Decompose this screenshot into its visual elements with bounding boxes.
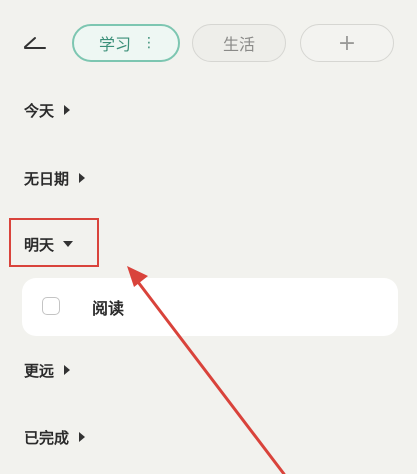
section-completed[interactable]: 已完成 (24, 425, 86, 449)
caret-right-icon (64, 105, 71, 115)
section-no-date-label: 无日期 (24, 169, 70, 188)
task-card[interactable]: 阅读 (22, 278, 398, 336)
tab-study-label: 学习 (98, 35, 131, 54)
section-no-date[interactable]: 无日期 (24, 166, 86, 190)
add-tab-button[interactable]: + (300, 24, 394, 62)
back-icon[interactable] (22, 34, 48, 50)
section-completed-label: 已完成 (24, 428, 70, 447)
caret-right-icon (79, 432, 86, 442)
section-today[interactable]: 今天 (24, 98, 71, 122)
tab-study[interactable]: 学习 ⋮ (72, 24, 180, 62)
header: 学习 ⋮ 生活 + (0, 0, 417, 90)
section-later[interactable]: 更远 (24, 358, 71, 382)
task-checkbox[interactable] (42, 297, 60, 315)
tab-life-label: 生活 (222, 35, 255, 54)
more-vertical-icon[interactable]: ⋮ (142, 35, 156, 51)
task-label: 阅读 (92, 299, 125, 318)
plus-icon: + (337, 30, 357, 56)
section-later-label: 更远 (24, 361, 55, 380)
annotation-highlight-box (9, 218, 99, 267)
caret-right-icon (64, 365, 71, 375)
tab-life[interactable]: 生活 (192, 24, 286, 62)
caret-right-icon (79, 173, 86, 183)
section-today-label: 今天 (24, 101, 55, 120)
